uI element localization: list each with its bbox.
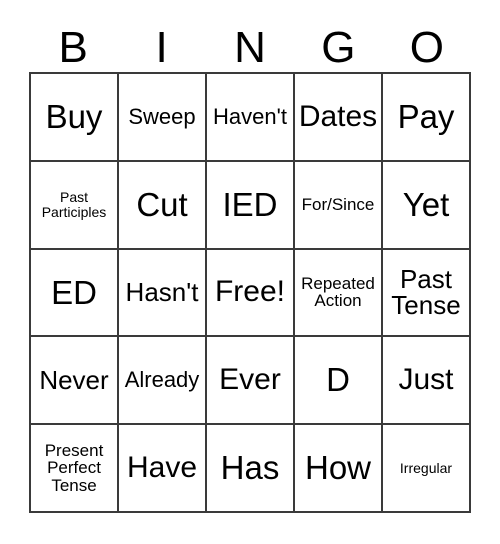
bingo-header-row: B I N G O bbox=[29, 14, 471, 72]
bingo-row: Never Already Ever D Just bbox=[31, 337, 471, 426]
bingo-cell-g5[interactable]: How bbox=[295, 425, 383, 513]
bingo-cell-o1[interactable]: Pay bbox=[383, 74, 471, 162]
bingo-cell-label: Has bbox=[220, 449, 280, 487]
bingo-cell-label: Irregular bbox=[399, 459, 453, 476]
bingo-header-cell-g: G bbox=[294, 14, 382, 72]
bingo-cell-n4[interactable]: Ever bbox=[207, 337, 295, 426]
bingo-cell-label: For/Since bbox=[301, 195, 375, 215]
bingo-cell-label: Yet bbox=[402, 185, 450, 223]
bingo-row: Buy Sweep Haven't Dates Pay bbox=[31, 74, 471, 162]
bingo-cell-i5[interactable]: Have bbox=[119, 425, 207, 513]
bingo-cell-i3[interactable]: Hasn't bbox=[119, 249, 207, 338]
bingo-cell-label: Ever bbox=[219, 362, 281, 396]
bingo-cell-label: Just bbox=[398, 362, 454, 396]
bingo-cell-o2[interactable]: Yet bbox=[383, 161, 471, 250]
bingo-cell-b5[interactable]: Present Perfect Tense bbox=[31, 425, 119, 513]
bingo-header-cell-o: O bbox=[383, 14, 471, 72]
bingo-cell-label: Never bbox=[39, 365, 109, 396]
bingo-cell-n5[interactable]: Has bbox=[207, 425, 295, 513]
bingo-cell-g1[interactable]: Dates bbox=[295, 74, 383, 162]
bingo-cell-label: Sweep bbox=[128, 103, 196, 129]
bingo-cell-label: Past Tense bbox=[391, 263, 461, 321]
bingo-header-cell-i: I bbox=[117, 14, 205, 72]
bingo-cell-n1[interactable]: Haven't bbox=[207, 74, 295, 162]
bingo-cell-label: Pay bbox=[397, 98, 455, 136]
bingo-cell-o5[interactable]: Irregular bbox=[383, 425, 471, 513]
bingo-cell-g2[interactable]: For/Since bbox=[295, 161, 383, 250]
bingo-cell-n2[interactable]: IED bbox=[207, 161, 295, 250]
bingo-cell-label: Dates bbox=[298, 99, 378, 133]
bingo-cell-g4[interactable]: D bbox=[295, 337, 383, 426]
bingo-cell-label: Hasn't bbox=[125, 277, 199, 308]
bingo-cell-label: Have bbox=[126, 450, 198, 484]
bingo-row: ED Hasn't Free! Repeated Action Past Ten… bbox=[31, 249, 471, 338]
bingo-cell-label: Buy bbox=[45, 98, 103, 136]
bingo-cell-label: Repeated Action bbox=[301, 274, 375, 311]
bingo-cell-o3[interactable]: Past Tense bbox=[383, 249, 471, 338]
bingo-card: B I N G O Buy Sweep Haven't Dates Pay Pa… bbox=[0, 0, 500, 544]
bingo-cell-b4[interactable]: Never bbox=[31, 337, 119, 426]
bingo-cell-label: Past Participles bbox=[41, 189, 107, 220]
bingo-cell-i1[interactable]: Sweep bbox=[119, 74, 207, 162]
bingo-cell-label: D bbox=[326, 361, 350, 399]
bingo-cell-b1[interactable]: Buy bbox=[31, 74, 119, 162]
bingo-cell-b3[interactable]: ED bbox=[31, 249, 119, 338]
bingo-header-letter: I bbox=[155, 23, 168, 72]
bingo-cell-i2[interactable]: Cut bbox=[119, 161, 207, 250]
bingo-header-cell-b: B bbox=[29, 14, 117, 72]
bingo-row: Present Perfect Tense Have Has How Irreg… bbox=[31, 425, 471, 513]
bingo-cell-free-space[interactable]: Free! bbox=[207, 249, 295, 338]
bingo-grid: Buy Sweep Haven't Dates Pay Past Partici… bbox=[29, 72, 471, 513]
bingo-header-letter: G bbox=[321, 23, 356, 72]
bingo-cell-label: Free! bbox=[214, 275, 286, 309]
bingo-cell-o4[interactable]: Just bbox=[383, 337, 471, 426]
bingo-cell-i4[interactable]: Already bbox=[119, 337, 207, 426]
bingo-cell-label: Haven't bbox=[213, 103, 287, 129]
bingo-cell-label: Cut bbox=[136, 185, 188, 223]
bingo-cell-label: How bbox=[304, 449, 372, 487]
bingo-header-cell-n: N bbox=[206, 14, 294, 72]
bingo-cell-b2[interactable]: Past Participles bbox=[31, 161, 119, 250]
bingo-cell-label: ED bbox=[51, 273, 97, 311]
bingo-row: Past Participles Cut IED For/Since Yet bbox=[31, 161, 471, 250]
bingo-header-letter: B bbox=[58, 23, 88, 72]
bingo-header-letter: N bbox=[234, 23, 266, 72]
bingo-cell-label: IED bbox=[222, 185, 278, 223]
bingo-cell-label: Already bbox=[124, 367, 200, 393]
bingo-header-letter: O bbox=[409, 23, 444, 72]
bingo-cell-g3[interactable]: Repeated Action bbox=[295, 249, 383, 338]
bingo-cell-label: Present Perfect Tense bbox=[44, 441, 104, 495]
